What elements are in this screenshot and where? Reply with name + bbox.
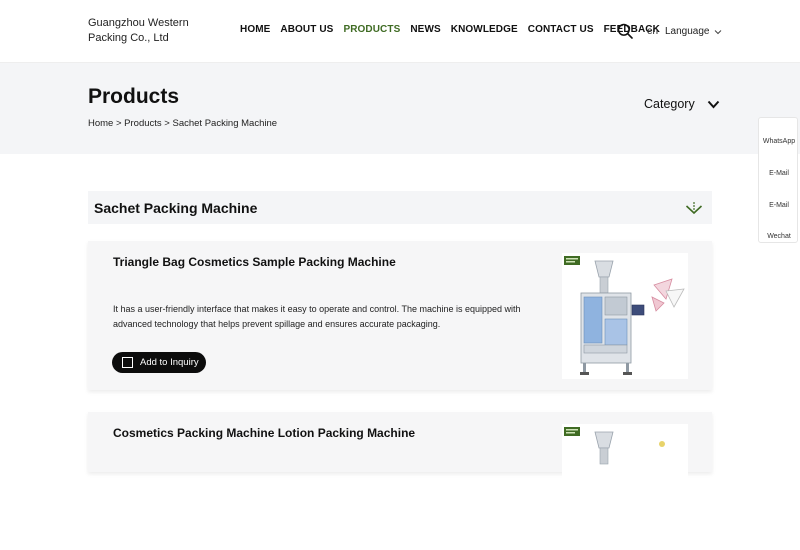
wechat-link[interactable]: Wechat	[759, 233, 799, 240]
search-icon[interactable]	[617, 23, 633, 39]
page-title: Products	[88, 85, 180, 108]
nav-products[interactable]: PRODUCTS	[343, 24, 400, 35]
product-image[interactable]	[562, 424, 688, 550]
breadcrumb[interactable]: Home > Products > Sachet Packing Machine	[88, 118, 277, 129]
product-card: Cosmetics Packing Machine Lotion Packing…	[88, 412, 712, 550]
email-link[interactable]: E-Mail	[759, 202, 799, 209]
chevron-down-icon	[707, 100, 719, 108]
nav-news[interactable]: NEWS	[410, 24, 440, 35]
nav-contact-us[interactable]: CONTACT US	[528, 24, 594, 35]
add-to-inquiry-button[interactable]: Add to Inquiry	[112, 352, 206, 373]
site-header: Guangzhou Western Packing Co., Ltd HOME …	[0, 0, 800, 63]
nav-home[interactable]: HOME	[240, 24, 270, 35]
chevron-down-icon	[714, 29, 721, 34]
main-nav: HOME ABOUT US PRODUCTS NEWS KNOWLEDGE CO…	[240, 24, 660, 35]
checkbox-icon	[122, 357, 133, 368]
product-title[interactable]: Triangle Bag Cosmetics Sample Packing Ma…	[113, 255, 396, 269]
language-code[interactable]: en	[647, 26, 658, 37]
add-to-inquiry-label: Add to Inquiry	[140, 357, 199, 368]
product-title[interactable]: Cosmetics Packing Machine Lotion Packing…	[113, 426, 415, 440]
product-image[interactable]	[562, 253, 688, 379]
nav-knowledge[interactable]: KNOWLEDGE	[451, 24, 518, 35]
floating-contact-widget: WhatsApp E-Mail E-Mail Wechat	[758, 117, 798, 243]
company-logo-text[interactable]: Guangzhou Western Packing Co., Ltd	[88, 16, 198, 46]
section-title: Sachet Packing Machine	[94, 200, 258, 216]
language-label: Language	[665, 26, 710, 37]
page-banner: Products Home > Products > Sachet Packin…	[0, 63, 800, 154]
nav-about-us[interactable]: ABOUT US	[280, 24, 333, 35]
language-select[interactable]: Language	[665, 26, 722, 37]
category-dropdown[interactable]: Category	[644, 97, 720, 111]
product-card: Triangle Bag Cosmetics Sample Packing Ma…	[88, 241, 712, 390]
chevron-down-icon[interactable]	[685, 200, 703, 216]
category-label: Category	[644, 97, 695, 111]
whatsapp-link[interactable]: WhatsApp	[759, 138, 799, 145]
email-link[interactable]: E-Mail	[759, 170, 799, 177]
category-section-header[interactable]: Sachet Packing Machine	[88, 191, 712, 224]
product-description: It has a user-friendly interface that ma…	[113, 304, 521, 329]
